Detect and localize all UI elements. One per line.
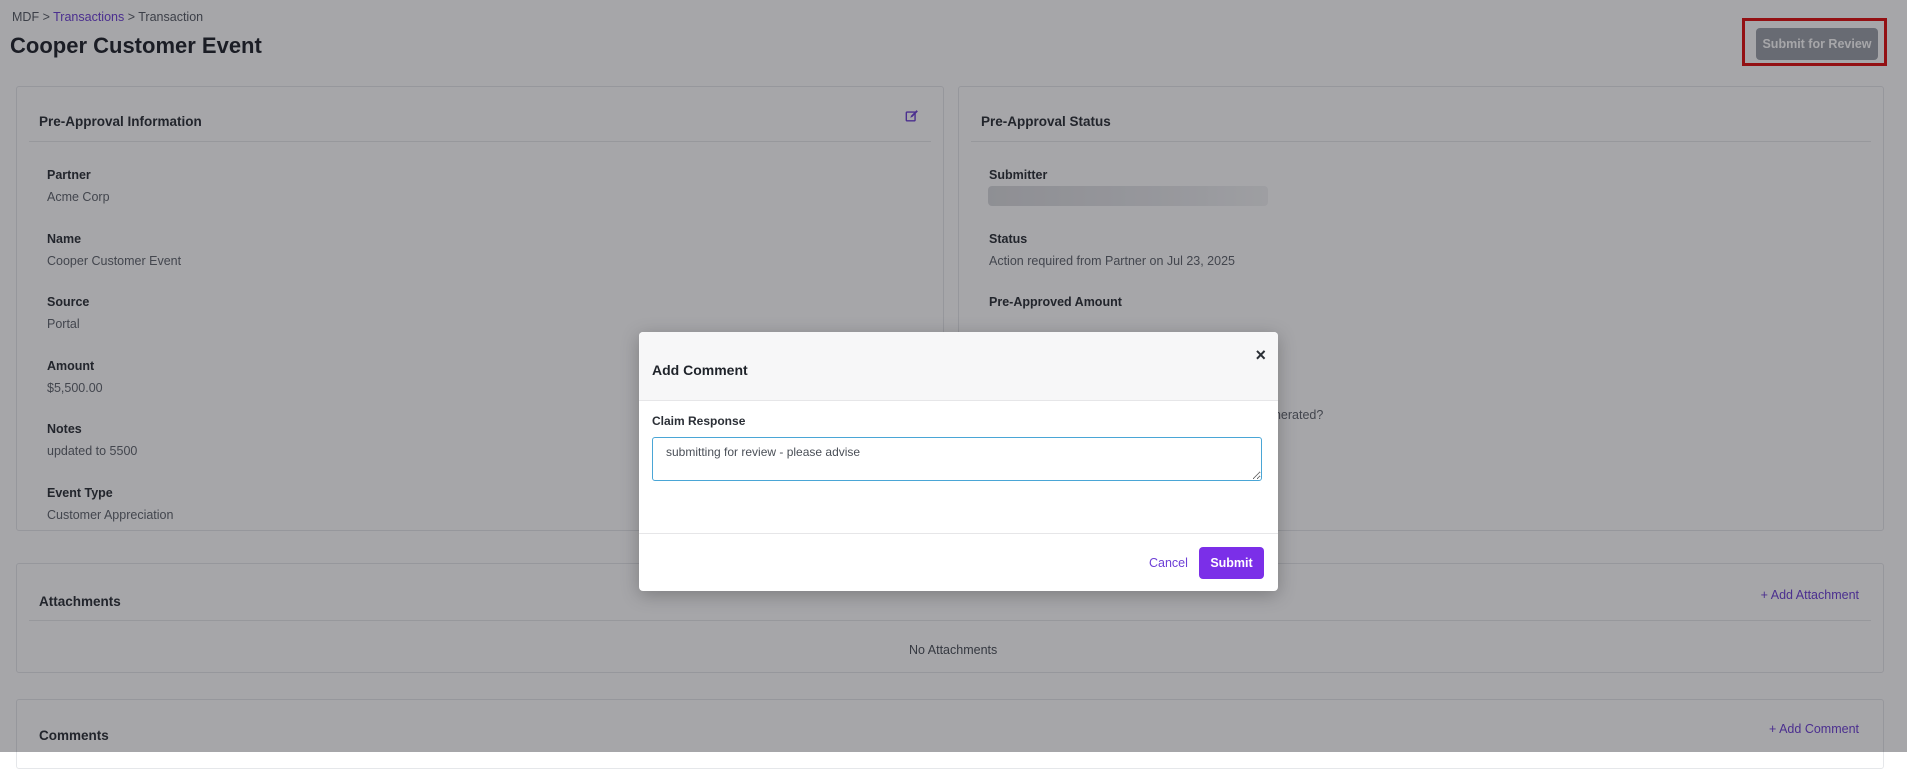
submit-button[interactable]: Submit (1199, 547, 1264, 579)
claim-response-textarea[interactable]: submitting for review - please advise (652, 437, 1262, 481)
add-comment-modal: Add Comment × Claim Response submitting … (639, 332, 1278, 591)
close-icon[interactable]: × (1255, 346, 1266, 364)
claim-response-label: Claim Response (652, 414, 746, 428)
page: MDF > Transactions > Transaction Cooper … (0, 0, 1907, 769)
modal-title: Add Comment (652, 362, 748, 378)
modal-header: Add Comment × (639, 332, 1278, 401)
modal-footer-divider (639, 533, 1278, 534)
cancel-button[interactable]: Cancel (1149, 556, 1188, 570)
